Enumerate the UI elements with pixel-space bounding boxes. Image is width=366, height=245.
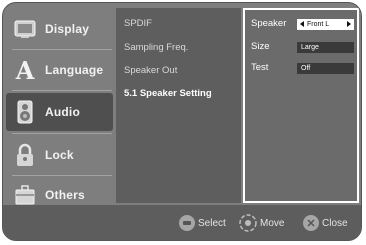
menu-item-language[interactable]: A Language xyxy=(6,51,113,89)
submenu-item-speaker-setting[interactable]: 5.1 Speaker Setting xyxy=(124,88,212,99)
menu-item-label: Display xyxy=(45,22,90,36)
select-hint-label: Select xyxy=(198,217,226,229)
close-hint-label: Close xyxy=(322,217,348,229)
menu-item-label: Audio xyxy=(45,105,80,119)
setup-menu-frame: Display A Language Audio Lock Others SPD… xyxy=(2,2,362,241)
lock-icon xyxy=(12,142,38,168)
arrow-right-icon[interactable] xyxy=(347,21,351,27)
move-hint-label: Move xyxy=(260,217,285,229)
speaker-label: Speaker xyxy=(251,18,287,29)
menu-item-label: Language xyxy=(45,63,104,77)
arrow-left-icon[interactable] xyxy=(300,21,304,27)
dpad-icon xyxy=(239,214,257,232)
menu-item-display[interactable]: Display xyxy=(6,10,113,48)
divider xyxy=(12,90,112,91)
submenu-item-speaker-out[interactable]: Speaker Out xyxy=(124,65,177,76)
speaker-value: Front L xyxy=(307,21,330,28)
audio-submenu: SPDIF Sampling Freq. Speaker Out 5.1 Spe… xyxy=(116,8,241,203)
close-hint: Close xyxy=(303,214,348,232)
test-label: Test xyxy=(251,62,269,73)
submenu-item-sampling-freq[interactable]: Sampling Freq. xyxy=(124,42,188,53)
divider xyxy=(12,49,112,50)
speaker-selector[interactable]: Front L xyxy=(297,19,354,30)
control-hint-bar: Select Move Close xyxy=(3,205,361,240)
size-value[interactable]: Large xyxy=(297,42,354,53)
menu-item-label: Others xyxy=(45,188,85,202)
display-icon xyxy=(12,16,38,42)
enter-button-icon xyxy=(179,215,195,231)
test-value[interactable]: Off xyxy=(297,63,354,74)
svg-text:A: A xyxy=(15,57,35,83)
size-label: Size xyxy=(251,41,270,52)
divider xyxy=(12,133,112,134)
menu-item-audio[interactable]: Audio xyxy=(6,93,113,131)
main-menu: Display A Language Audio Lock Others xyxy=(6,8,113,205)
close-button-icon xyxy=(303,215,319,231)
menu-item-lock[interactable]: Lock xyxy=(6,136,113,174)
language-icon: A xyxy=(12,57,38,83)
audio-icon xyxy=(12,99,38,125)
move-hint: Move xyxy=(239,214,284,232)
menu-item-label: Lock xyxy=(45,148,74,162)
select-hint: Select xyxy=(179,214,226,232)
speaker-setting-panel: Speaker Front L Size Large Test Off xyxy=(243,8,359,203)
submenu-item-spdif[interactable]: SPDIF xyxy=(124,18,152,29)
